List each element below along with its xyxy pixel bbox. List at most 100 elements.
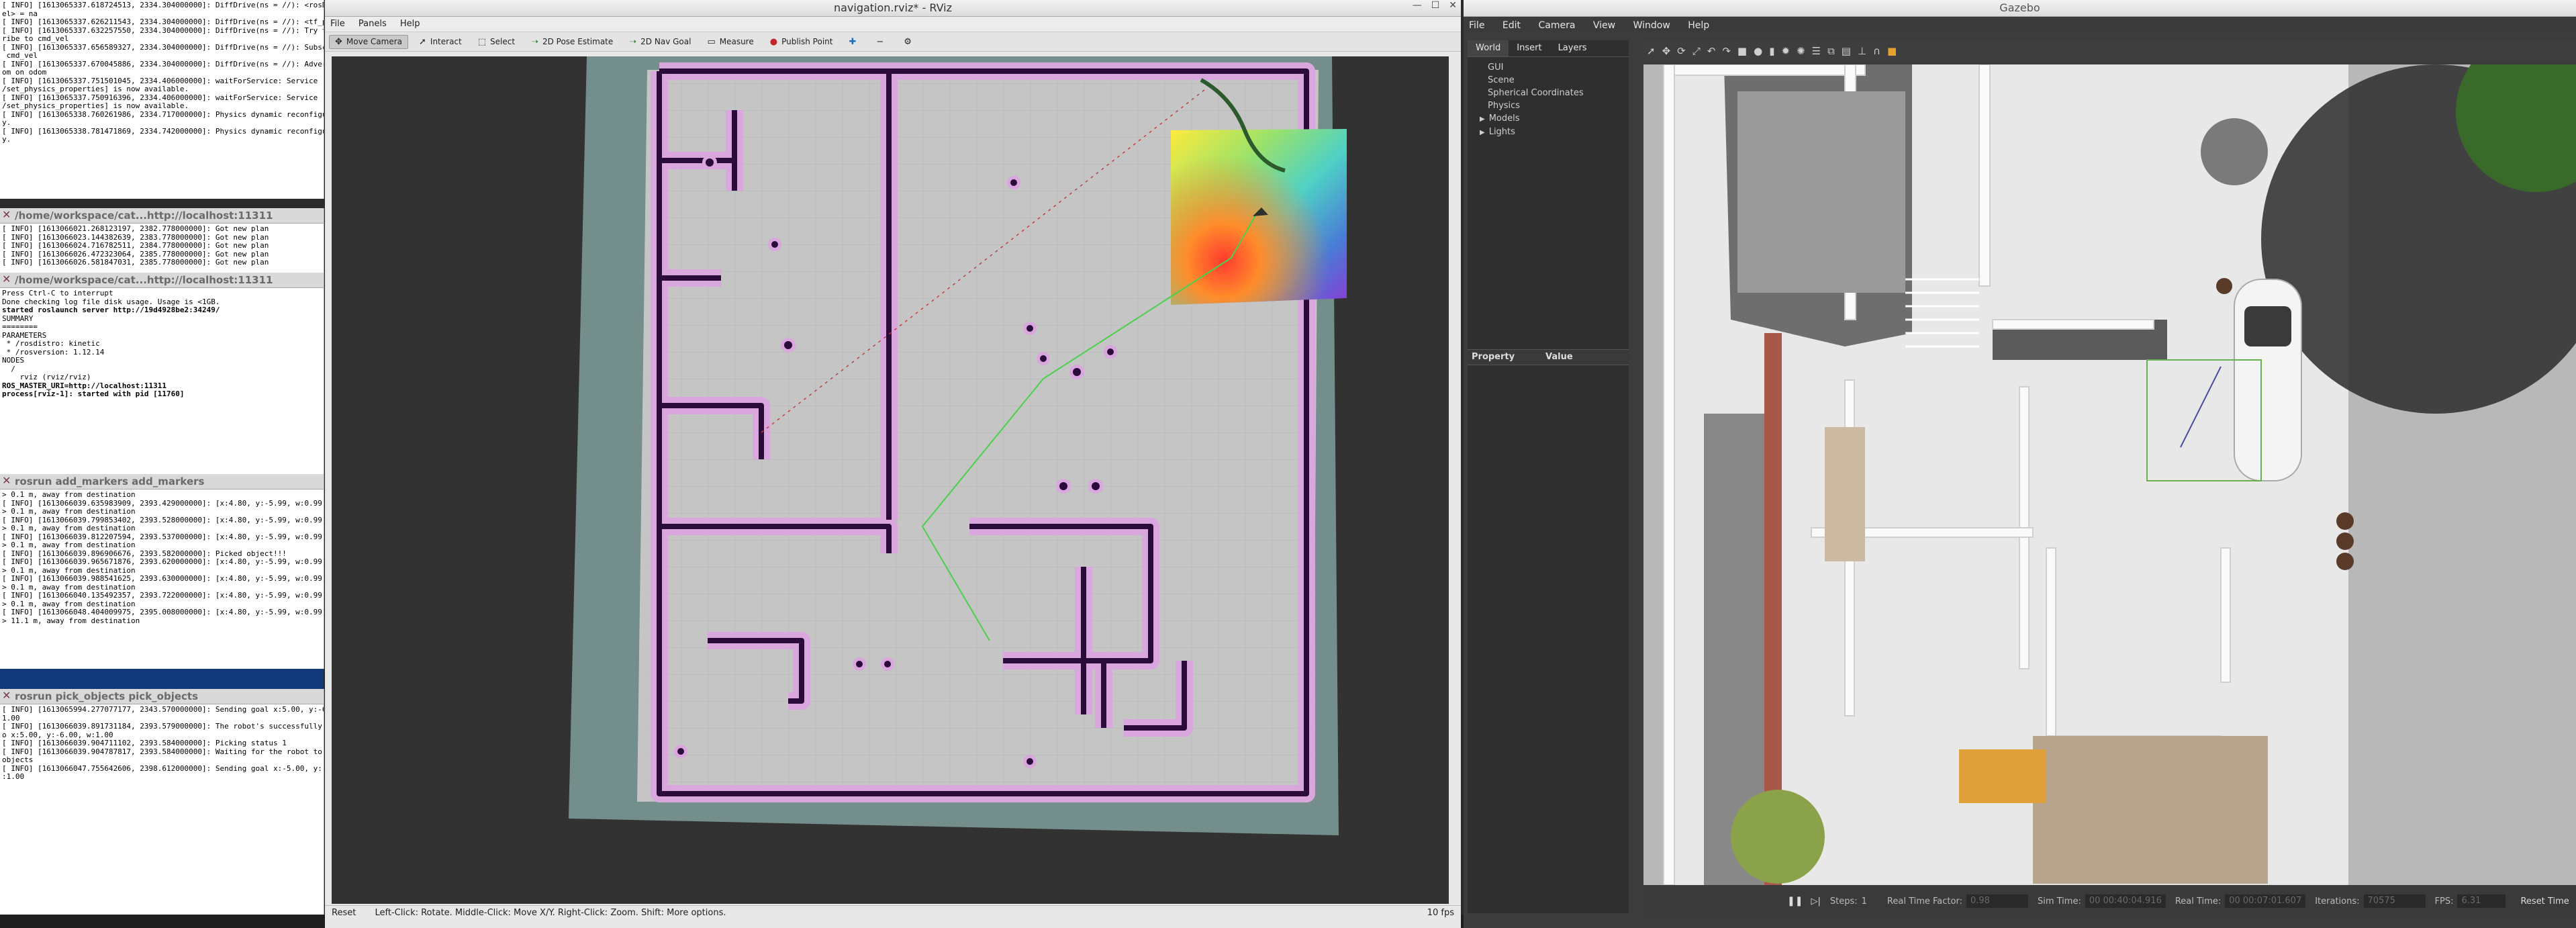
menu-window[interactable]: Window bbox=[1633, 20, 1670, 31]
rtf-label: Real Time Factor: bbox=[1887, 896, 1962, 907]
maximize-icon[interactable]: ☐ bbox=[1431, 0, 1440, 11]
redo-icon[interactable]: ↷ bbox=[1722, 45, 1731, 57]
tree-item-models[interactable]: ▶ Models bbox=[1480, 112, 1629, 126]
terminal-line: Press Ctrl-C to interrupt bbox=[2, 289, 113, 297]
tree-item-spherical-coordinates[interactable]: Spherical Coordinates bbox=[1488, 87, 1629, 99]
terminal-line: [ INFO] [1613066047.755642606, 2398.6120… bbox=[2, 763, 324, 773]
tool-publish-point[interactable]: ● Publish Point bbox=[765, 36, 839, 48]
sphere-shape-icon[interactable]: ● bbox=[1754, 45, 1762, 57]
step-icon[interactable]: ▷| bbox=[1811, 896, 1820, 907]
tool-select[interactable]: ⬚ Select bbox=[473, 36, 520, 48]
close-icon[interactable]: ✕ bbox=[2, 689, 11, 702]
tab-world[interactable]: World bbox=[1468, 40, 1509, 56]
reset-button[interactable]: Reset bbox=[332, 908, 356, 918]
terminal-move-base[interactable]: ✕ /home/workspace/cat...http://localhost:… bbox=[0, 208, 324, 273]
tool-move-camera[interactable]: ✥ Move Camera bbox=[329, 34, 408, 49]
terminal-title-bar[interactable]: ✕ /home/workspace/cat...http://localhost:… bbox=[0, 208, 324, 224]
pose-arrow-icon: ➝ bbox=[531, 36, 538, 47]
rviz-title-bar[interactable]: navigation.rviz* - RViz — ☐ ✕ bbox=[325, 0, 1461, 17]
rotate-icon[interactable]: ⟳ bbox=[1677, 45, 1686, 57]
gazebo-title-bar[interactable]: Gazebo bbox=[1464, 0, 2576, 17]
spot-light-icon[interactable]: ✺ bbox=[1797, 45, 1805, 57]
expand-arrow-icon[interactable]: ▶ bbox=[1480, 115, 1485, 123]
terminal-gazebo[interactable]: [ INFO] [1613065337.618724513, 2334.3040… bbox=[0, 0, 324, 199]
menu-edit[interactable]: Edit bbox=[1502, 20, 1521, 31]
align-icon[interactable]: ⊥ bbox=[1858, 45, 1866, 57]
terminal-line: [ INFO] [1613065338.781471869, 2334.7420… bbox=[2, 126, 324, 136]
reset-time-button[interactable]: Reset Time bbox=[2520, 896, 2569, 907]
tool-2d-pose-estimate[interactable]: ➝ 2D Pose Estimate bbox=[526, 36, 618, 48]
terminal-output: Press Ctrl-C to interrupt Done checking l… bbox=[0, 288, 324, 400]
terminal-add-markers[interactable]: ✕ rosrun add_markers add_markers > 0.1 m,… bbox=[0, 474, 324, 669]
fps-label: FPS: bbox=[2434, 896, 2454, 907]
screenshot-icon[interactable]: ■ bbox=[1887, 45, 1897, 57]
tool-options-button[interactable]: ⚙ bbox=[898, 36, 921, 48]
gazebo-3d-view[interactable] bbox=[1643, 64, 2576, 885]
terminal-pick-objects[interactable]: ✕ rosrun pick_objects pick_objects [ INFO… bbox=[0, 689, 324, 915]
close-icon[interactable]: ✕ bbox=[2, 208, 11, 221]
terminal-separator bbox=[0, 669, 324, 689]
select-mode-icon[interactable]: ➚ bbox=[1647, 45, 1656, 57]
ruler-icon: ▭ bbox=[707, 36, 716, 47]
paste-icon[interactable]: ▤ bbox=[1842, 45, 1851, 57]
close-icon[interactable]: ✕ bbox=[2, 474, 11, 487]
tool-interact[interactable]: ➚ Interact bbox=[414, 36, 467, 48]
tool-2d-nav-goal[interactable]: ➝ 2D Nav Goal bbox=[624, 36, 696, 48]
value-column-header: Value bbox=[1545, 352, 1573, 362]
terminal-line: [ INFO] [1613065337.626211543, 2334.3040… bbox=[2, 17, 324, 26]
tree-item-physics[interactable]: Physics bbox=[1488, 99, 1629, 112]
rtf-value: 0.98 bbox=[1966, 894, 2028, 908]
remove-tool-button[interactable]: − bbox=[871, 36, 893, 48]
menu-camera[interactable]: Camera bbox=[1538, 20, 1575, 31]
plant bbox=[1731, 790, 1825, 884]
point-light-icon[interactable]: ✹ bbox=[1781, 45, 1790, 57]
tree-item-lights[interactable]: ▶ Lights bbox=[1480, 126, 1629, 139]
menu-file[interactable]: File bbox=[1469, 20, 1484, 31]
interact-icon: ➚ bbox=[419, 36, 426, 47]
terminal-title-bar[interactable]: ✕ rosrun pick_objects pick_objects bbox=[0, 689, 324, 704]
terminal-title-bar[interactable]: ✕ rosrun add_markers add_markers bbox=[0, 474, 324, 490]
translate-icon[interactable]: ✥ bbox=[1662, 45, 1671, 57]
copy-icon[interactable]: ⧉ bbox=[1827, 45, 1835, 57]
steps-value[interactable]: 1 bbox=[1862, 896, 1867, 907]
terminal-line: NODES bbox=[2, 356, 25, 365]
mouse-hint: Left-Click: Rotate. Middle-Click: Move X… bbox=[375, 908, 726, 918]
box-shape-icon[interactable]: ■ bbox=[1737, 45, 1747, 57]
terminal-line: [ INFO] [1613065337.618724513, 2334.3040… bbox=[2, 1, 324, 9]
directional-light-icon[interactable]: ☰ bbox=[1812, 45, 1821, 57]
menu-view[interactable]: View bbox=[1593, 20, 1615, 31]
terminal-title-bar[interactable]: ✕ /home/workspace/cat...http://localhost:… bbox=[0, 273, 324, 288]
gazebo-window: Gazebo File Edit Camera View Window Help… bbox=[1464, 0, 2576, 928]
pause-icon[interactable]: ❚❚ bbox=[1787, 896, 1803, 907]
tab-insert[interactable]: Insert bbox=[1509, 40, 1549, 56]
undo-icon[interactable]: ↶ bbox=[1707, 45, 1716, 57]
tool-measure[interactable]: ▭ Measure bbox=[702, 36, 759, 48]
menu-panels[interactable]: Panels bbox=[359, 19, 387, 29]
tool-label: Publish Point bbox=[781, 37, 833, 46]
close-icon[interactable]: ✕ bbox=[2, 273, 11, 285]
table bbox=[1959, 749, 2046, 803]
minimize-icon[interactable]: — bbox=[1413, 0, 1422, 11]
terminal-line: > 0.1 m, away from destination bbox=[2, 541, 136, 549]
snap-icon[interactable]: ∩ bbox=[1873, 45, 1880, 57]
terminal-line: cmd_vel bbox=[2, 51, 38, 60]
rviz-3d-view[interactable] bbox=[332, 56, 1449, 904]
tree-item-scene[interactable]: Scene bbox=[1488, 74, 1629, 87]
menu-file[interactable]: File bbox=[330, 19, 345, 29]
terminal-line: [ INFO] [1613066021.268123197, 2382.7780… bbox=[2, 224, 269, 233]
menu-help[interactable]: Help bbox=[400, 19, 420, 29]
close-icon[interactable]: ✕ bbox=[1449, 0, 1457, 11]
terminal-line: ======== bbox=[2, 322, 38, 331]
tree-item-gui[interactable]: GUI bbox=[1488, 61, 1629, 74]
cylinder-shape-icon[interactable]: ▮ bbox=[1769, 45, 1774, 57]
terminal-rviz[interactable]: ✕ /home/workspace/cat...http://localhost:… bbox=[0, 273, 324, 474]
terminal-line: y. bbox=[2, 135, 11, 144]
terminal-output: > 0.1 m, away from destination [ INFO] [1… bbox=[0, 490, 324, 627]
scale-icon[interactable]: ⤢ bbox=[1692, 45, 1701, 57]
add-tool-button[interactable]: ✚ bbox=[843, 36, 865, 48]
expand-arrow-icon[interactable]: ▶ bbox=[1480, 129, 1485, 136]
dome-object bbox=[2201, 118, 2268, 185]
menu-help[interactable]: Help bbox=[1688, 20, 1709, 31]
terminal-line: [ INFO] [1613065994.277077177, 2343.5700… bbox=[2, 705, 324, 714]
tab-layers[interactable]: Layers bbox=[1550, 40, 1595, 56]
